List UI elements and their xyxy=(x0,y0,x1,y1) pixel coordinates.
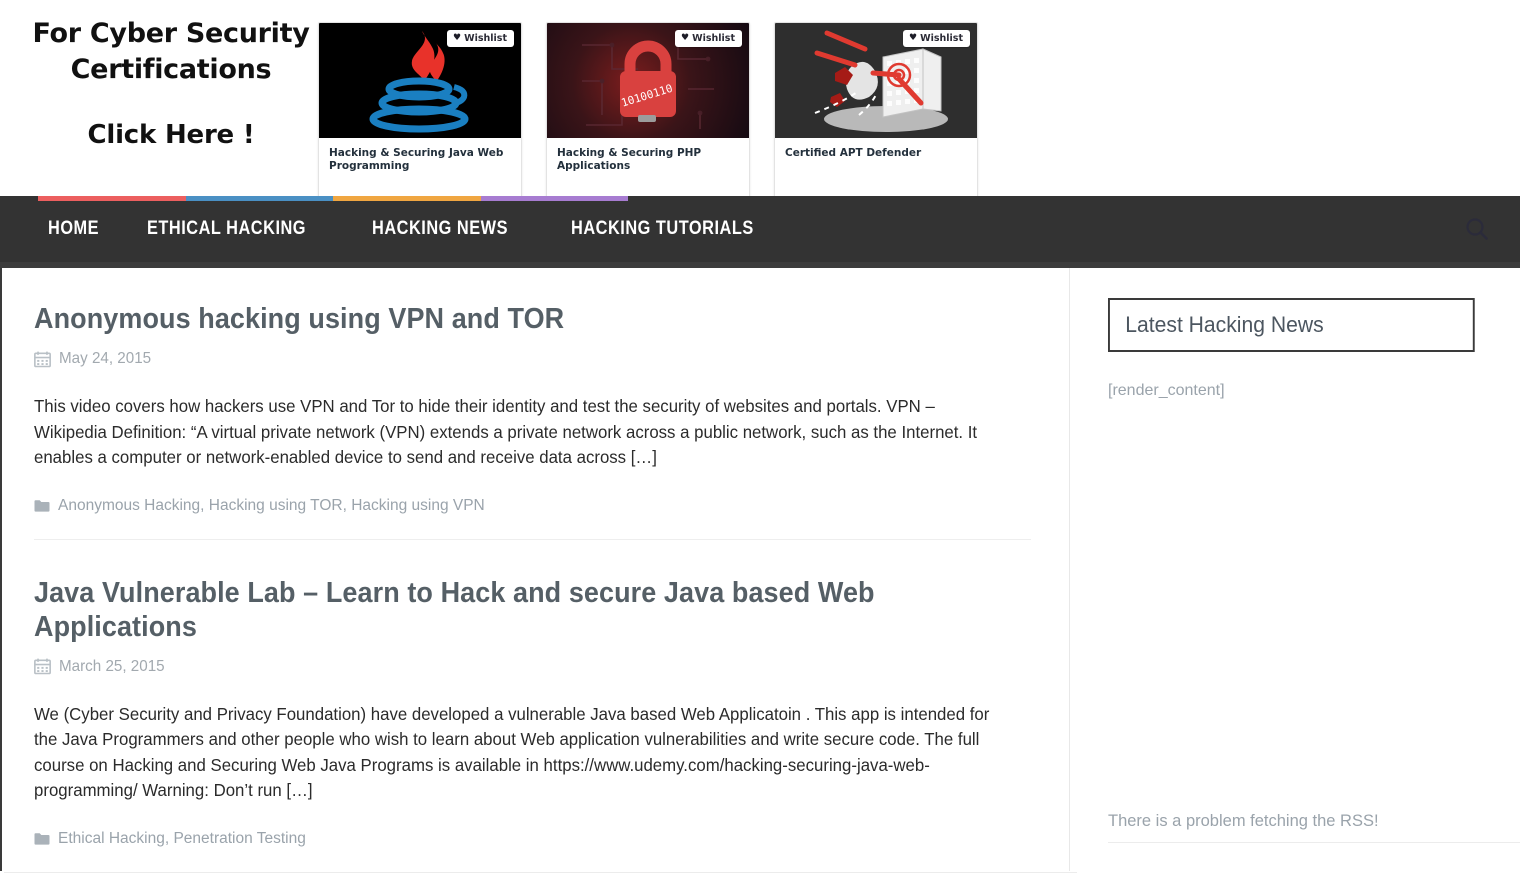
course-card-java[interactable]: ♥ Wishlist Hacking & Securing Java Web P… xyxy=(318,22,522,196)
post-categories-text[interactable]: Ethical Hacking, Penetration Testing xyxy=(58,830,306,848)
widget-body-placeholder: [render_content] xyxy=(1108,382,1225,399)
wishlist-label: Wishlist xyxy=(464,33,507,44)
page-root: For Cyber Security Certifications Click … xyxy=(0,0,1520,875)
course-thumbnail-apt: ♥ Wishlist xyxy=(775,23,977,138)
sidebar-divider xyxy=(1108,842,1520,843)
course-title-apt: Certified APT Defender xyxy=(785,147,922,159)
accent-segment-blue xyxy=(185,196,333,201)
heart-icon: ♥ xyxy=(909,33,918,43)
folder-icon xyxy=(34,832,50,845)
calendar-icon xyxy=(34,351,51,367)
accent-segment-red xyxy=(38,196,186,201)
navigation-wrapper: HOME ETHICAL HACKING HACKING NEWS HACKIN… xyxy=(0,196,1520,268)
post-categories: Anonymous Hacking, Hacking using TOR, Ha… xyxy=(34,497,1031,515)
course-card-apt[interactable]: ♥ Wishlist Certified APT Defender xyxy=(774,22,978,196)
heart-icon: ♥ xyxy=(681,33,690,43)
post-item: Anonymous hacking using VPN and TOR May … xyxy=(34,268,1031,539)
main-bottom-divider xyxy=(4,872,1077,873)
wishlist-label: Wishlist xyxy=(692,33,735,44)
course-title-php: Hacking & Securing PHP Applications xyxy=(557,147,702,172)
calendar-icon xyxy=(34,658,51,675)
accent-color-bar xyxy=(38,196,628,201)
post-meta: March 25, 2015 xyxy=(34,658,1031,676)
wishlist-button-java[interactable]: ♥ Wishlist xyxy=(447,30,514,47)
folder-icon xyxy=(34,499,50,512)
course-card-php[interactable]: 10100110 ♥ Wishlist Hacking & Securing P… xyxy=(546,22,750,196)
nav-links: HOME ETHICAL HACKING HACKING NEWS HACKIN… xyxy=(0,218,823,240)
sidebar: Latest Hacking News [render_content] The… xyxy=(1070,268,1520,871)
search-icon[interactable] xyxy=(1464,216,1490,242)
nav-item-home[interactable]: HOME xyxy=(48,218,121,240)
accent-segment-orange xyxy=(333,196,481,201)
course-thumbnail-java: ♥ Wishlist xyxy=(319,23,521,138)
promo-ad[interactable]: For Cyber Security Certifications Click … xyxy=(26,16,316,152)
post-excerpt: This video covers how hackers use VPN an… xyxy=(34,396,978,467)
main-navigation: HOME ETHICAL HACKING HACKING NEWS HACKIN… xyxy=(0,196,1520,268)
post-categories: Ethical Hacking, Penetration Testing xyxy=(34,830,1031,848)
course-title-java: Hacking & Securing Java Web Programming xyxy=(329,147,504,172)
wishlist-button-php[interactable]: ♥ Wishlist xyxy=(675,30,742,47)
content-area: Anonymous hacking using VPN and TOR May … xyxy=(0,268,1520,873)
promo-headline: For Cyber Security Certifications xyxy=(32,18,310,85)
accent-segment-purple xyxy=(480,196,628,201)
wishlist-button-apt[interactable]: ♥ Wishlist xyxy=(903,30,970,47)
post-excerpt: We (Cyber Security and Privacy Foundatio… xyxy=(34,703,990,801)
post-list: Anonymous hacking using VPN and TOR May … xyxy=(2,268,1077,873)
post-item: Java Vulnerable Lab – Learn to Hack and … xyxy=(34,538,1031,872)
wishlist-label: Wishlist xyxy=(920,33,963,44)
top-banner: For Cyber Security Certifications Click … xyxy=(0,0,1520,196)
widget-title-latest-hacking-news: Latest Hacking News xyxy=(1108,298,1475,352)
nav-item-ethical-hacking[interactable]: ETHICAL HACKING xyxy=(147,218,328,240)
nav-item-hacking-tutorials[interactable]: HACKING TUTORIALS xyxy=(571,218,775,240)
course-thumbnail-php: 10100110 ♥ Wishlist xyxy=(547,23,749,138)
post-date: March 25, 2015 xyxy=(59,657,165,675)
post-title[interactable]: Anonymous hacking using VPN and TOR xyxy=(34,302,961,336)
promo-cta: Click Here ! xyxy=(87,120,255,150)
post-title[interactable]: Java Vulnerable Lab – Learn to Hack and … xyxy=(34,576,961,644)
post-categories-text[interactable]: Anonymous Hacking, Hacking using TOR, Ha… xyxy=(58,497,485,515)
post-meta: May 24, 2015 xyxy=(34,350,1031,368)
heart-icon: ♥ xyxy=(453,33,462,43)
nav-item-hacking-news[interactable]: HACKING NEWS xyxy=(372,218,530,240)
post-date: May 24, 2015 xyxy=(59,350,152,367)
course-card-strip: ♥ Wishlist Hacking & Securing Java Web P… xyxy=(318,22,978,196)
rss-error-message: There is a problem fetching the RSS! xyxy=(1108,812,1379,830)
